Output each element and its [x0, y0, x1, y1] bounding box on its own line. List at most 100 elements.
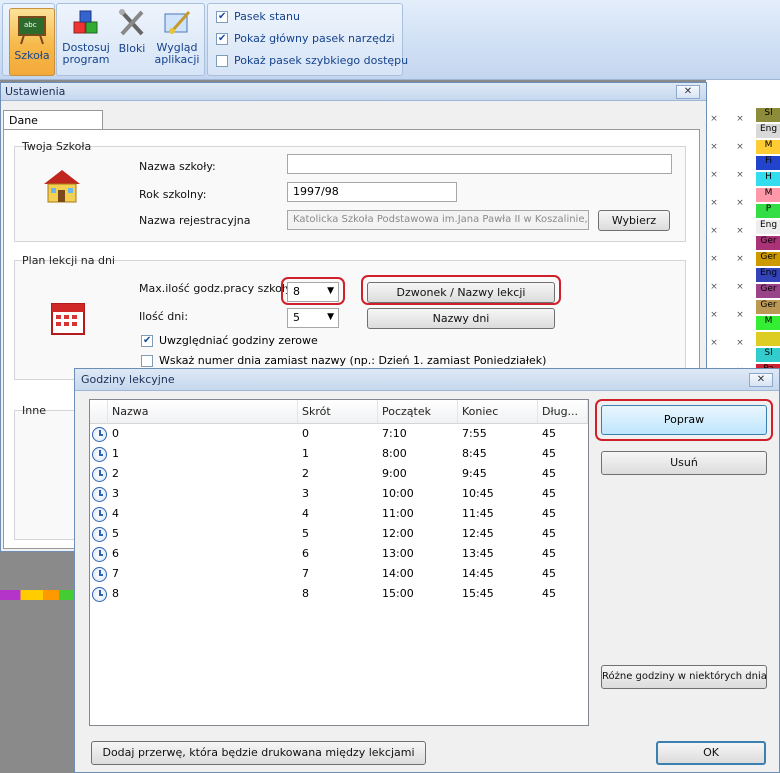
timetable-lesson-cell[interactable]: Eng [756, 268, 780, 282]
table-row[interactable]: 0 0 7:10 7:55 45 [90, 424, 588, 444]
close-icon: × [710, 282, 718, 292]
cell-name: 6 [112, 547, 119, 560]
quick-access-check[interactable]: Pokaż pasek szybkiego dostępu [216, 54, 408, 67]
timetable-lesson-cell[interactable]: P [756, 204, 780, 218]
cell-length: 45 [542, 427, 556, 440]
clock-icon [92, 487, 107, 502]
close-icon: × [710, 142, 718, 152]
timetable-lesson-cell[interactable]: M [756, 316, 780, 330]
blackboard-icon: abc [18, 16, 46, 45]
cell-start: 11:00 [382, 507, 414, 520]
cell-name: 5 [112, 527, 119, 540]
days-count-label: Ilość dni: [139, 310, 189, 323]
cell-end: 14:45 [462, 567, 494, 580]
column-header-name[interactable]: Nazwa [108, 400, 298, 424]
ribbon-group-school: abc Szkoła [2, 3, 55, 76]
days-count-select[interactable]: 5 ▼ [287, 308, 339, 328]
cell-end: 8:45 [462, 447, 487, 460]
close-icon: × [736, 254, 744, 264]
cell-end: 13:45 [462, 547, 494, 560]
cell-name: 2 [112, 467, 119, 480]
timetable-lesson-cell[interactable]: M [756, 140, 780, 154]
school-button[interactable]: abc Szkoła [9, 8, 55, 76]
column-header-start[interactable]: Początek [378, 400, 458, 424]
cell-short: 4 [302, 507, 309, 520]
table-row[interactable]: 8 8 15:00 15:45 45 [90, 584, 588, 604]
clock-icon [92, 527, 107, 542]
close-icon: × [736, 142, 744, 152]
table-row[interactable]: 4 4 11:00 11:45 45 [90, 504, 588, 524]
cell-start: 7:10 [382, 427, 407, 440]
timetable-lesson-cell[interactable]: Eng [756, 124, 780, 138]
cell-name: 1 [112, 447, 119, 460]
table-row[interactable]: 2 2 9:00 9:45 45 [90, 464, 588, 484]
max-hours-highlight [281, 277, 345, 305]
registration-name-input: Katolicka Szkoła Podstawowa im.Jana Pawł… [287, 210, 589, 230]
timetable-lesson-cell[interactable]: H [756, 172, 780, 186]
day-number-checkbox[interactable] [141, 354, 153, 367]
cell-start: 14:00 [382, 567, 414, 580]
zero-hours-checkbox[interactable] [141, 334, 153, 347]
lesson-hours-list[interactable]: Nazwa Skrót Początek Koniec Dług... 0 0 7:… [89, 399, 589, 726]
delete-button[interactable]: Usuń [601, 451, 767, 475]
day-number-label: Wskaż numer dnia zamiast nazwy (np.: Dzi… [159, 354, 547, 367]
column-header-end[interactable]: Koniec [458, 400, 538, 424]
timetable-lesson-cell[interactable]: Sl [756, 108, 780, 122]
cell-length: 45 [542, 447, 556, 460]
timetable-lesson-cell[interactable]: Ger [756, 252, 780, 266]
timetable-lesson-cell[interactable]: M [756, 188, 780, 202]
clock-icon [92, 507, 107, 522]
table-row[interactable]: 3 3 10:00 10:45 45 [90, 484, 588, 504]
day-number-option[interactable]: Wskaż numer dnia zamiast nazwy (np.: Dzi… [141, 354, 546, 367]
close-icon: × [736, 338, 744, 348]
day-names-button[interactable]: Nazwy dni [367, 308, 555, 329]
column-header-length[interactable]: Dług... [538, 400, 588, 424]
settings-title-bar: Ustawienia ✕ [1, 83, 706, 101]
settings-title: Ustawienia [5, 85, 66, 98]
zero-hours-option[interactable]: Uwzględniać godziny zerowe [141, 334, 318, 347]
cell-length: 45 [542, 547, 556, 560]
timetable-lesson-cell[interactable]: Ger [756, 300, 780, 314]
close-icon: × [710, 226, 718, 236]
timetable-grid[interactable]: SlEngMFiHMPEngGerGerEngGerGerMSlPaPa××××… [705, 80, 780, 400]
table-row[interactable]: 5 5 12:00 12:45 45 [90, 524, 588, 544]
calendar-icon [51, 303, 85, 335]
status-bar-checkbox[interactable] [216, 10, 228, 23]
table-row[interactable]: 1 1 8:00 8:45 45 [90, 444, 588, 464]
table-row[interactable]: 6 6 13:00 13:45 45 [90, 544, 588, 564]
add-break-button[interactable]: Dodaj przerwę, która będzie drukowana mi… [91, 741, 426, 765]
settings-close-icon[interactable]: ✕ [676, 85, 700, 99]
column-header-short[interactable]: Skrót [298, 400, 378, 424]
ok-button[interactable]: OK [656, 741, 766, 765]
blocks-button[interactable]: Bloki [114, 8, 150, 55]
close-icon: × [736, 226, 744, 236]
cell-name: 4 [112, 507, 119, 520]
timetable-lesson-cell[interactable]: Ger [756, 284, 780, 298]
cell-length: 45 [542, 507, 556, 520]
close-icon: × [736, 282, 744, 292]
quick-access-checkbox[interactable] [216, 54, 228, 67]
appearance-button[interactable]: Wygląd aplikacji [151, 8, 203, 66]
timetable-lesson-cell[interactable]: Sl [756, 348, 780, 362]
dialog-close-icon[interactable]: ✕ [749, 373, 773, 387]
school-year-input[interactable]: 1997/98 [287, 182, 457, 202]
status-bar-check[interactable]: Pasek stanu [216, 10, 300, 23]
timetable-lesson-cell[interactable]: Eng [756, 220, 780, 234]
timetable-lesson-cell[interactable]: Fi [756, 156, 780, 170]
main-toolbar-check[interactable]: Pokaż główny pasek narzędzi [216, 32, 395, 45]
close-icon: × [736, 310, 744, 320]
choose-button[interactable]: Wybierz [598, 210, 670, 231]
customize-button[interactable]: Dostosuj program [60, 8, 112, 66]
cell-length: 45 [542, 467, 556, 480]
timetable-lesson-cell[interactable]: Ger [756, 236, 780, 250]
table-row[interactable]: 7 7 14:00 14:45 45 [90, 564, 588, 584]
school-name-input[interactable] [287, 154, 672, 174]
cell-short: 8 [302, 587, 309, 600]
clock-icon [92, 467, 107, 482]
school-button-label: Szkoła [14, 49, 50, 62]
ribbon-group-app: Dostosuj program Bloki Wygląd aplikacji [56, 3, 205, 76]
different-hours-button[interactable]: Różne godziny w niektórych dniach [601, 665, 767, 689]
main-toolbar-checkbox[interactable] [216, 32, 228, 45]
tab-basic-data[interactable]: Dane podstawowe [3, 110, 103, 140]
timetable-lesson-cell[interactable] [756, 332, 780, 346]
